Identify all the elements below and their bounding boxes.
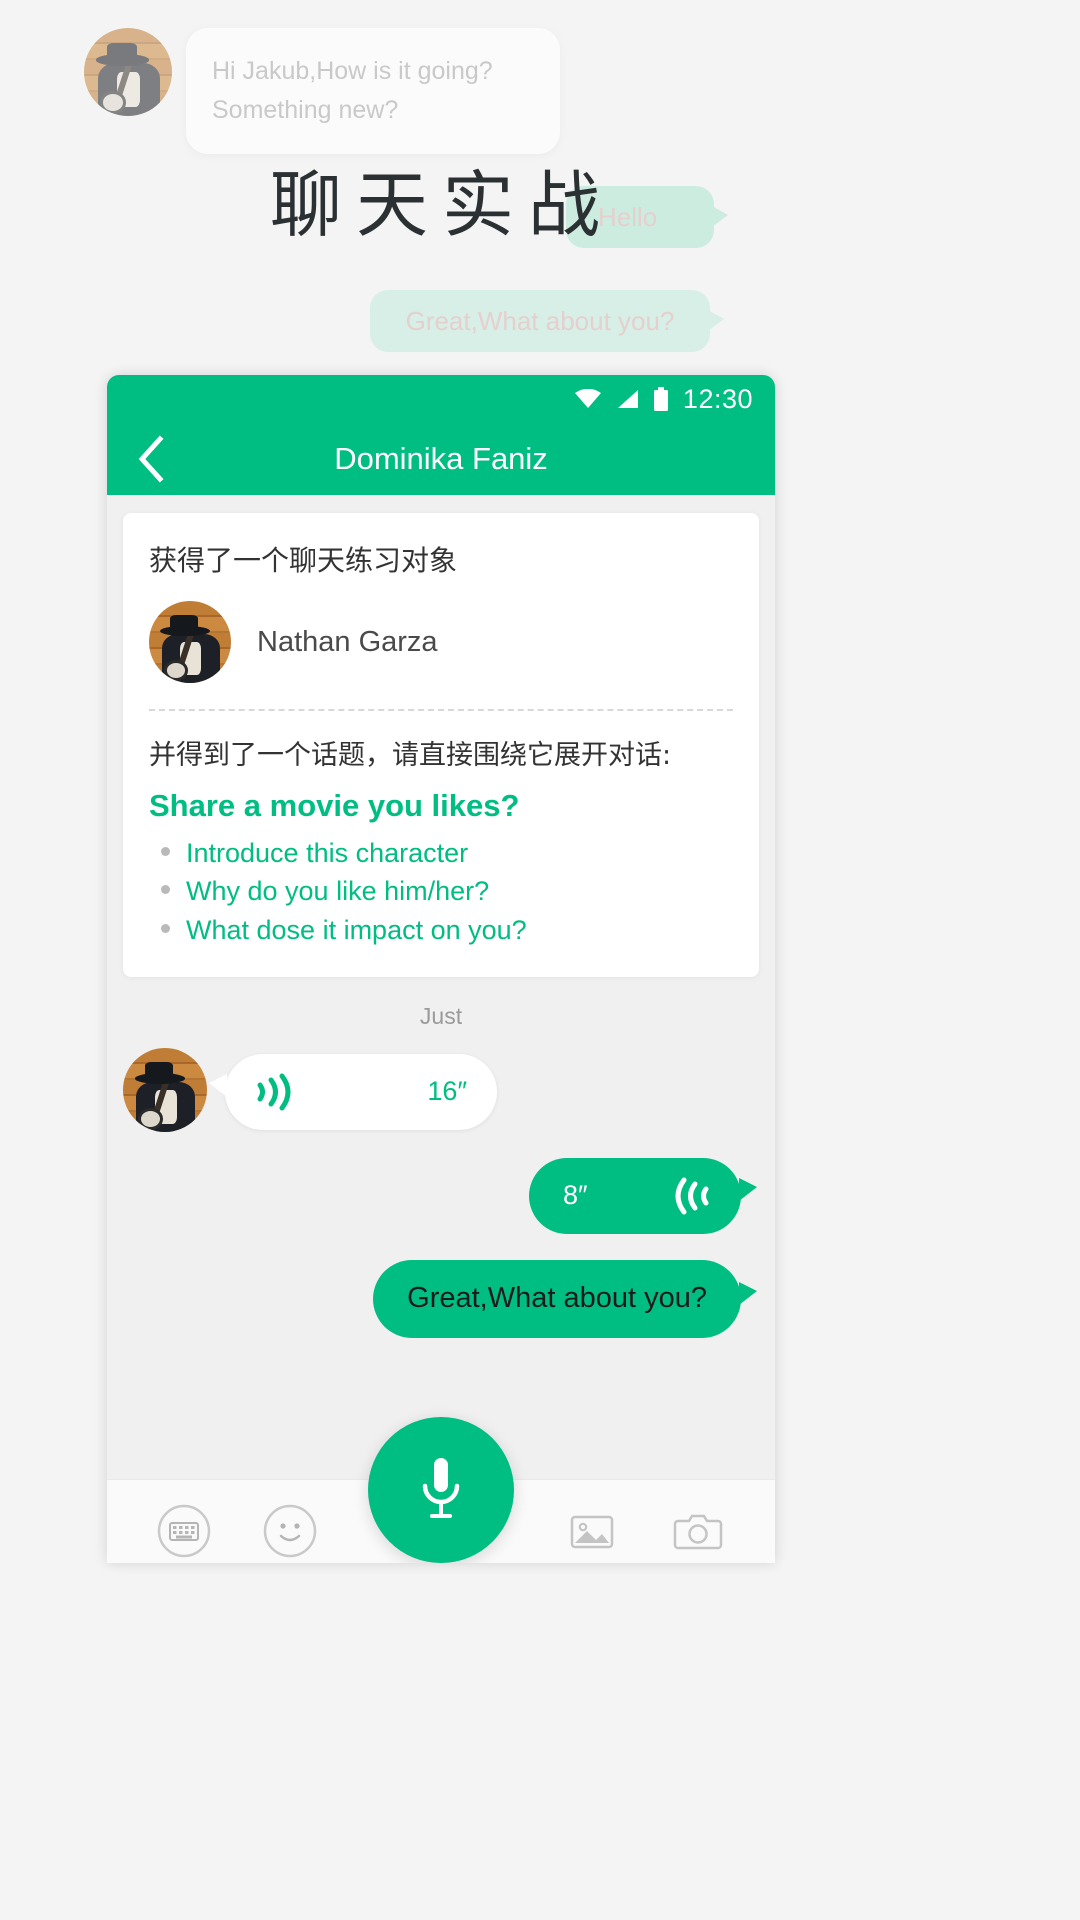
promo-incoming-line-2: Something new? xyxy=(212,95,399,124)
message-row-outgoing-text: Great,What about you? xyxy=(123,1259,759,1338)
status-bar-time: 12:30 xyxy=(682,383,753,414)
message-row-outgoing-voice: 8″ xyxy=(123,1157,759,1234)
promo-outgoing-bubble-2: Great,What about you? xyxy=(370,290,724,352)
avatar-photo xyxy=(84,28,172,116)
promo-incoming-bubble: Hi Jakub,How is it going? Something new? xyxy=(186,28,560,154)
bullet-text: Introduce this character xyxy=(186,838,469,868)
back-chevron-icon xyxy=(138,435,164,483)
topic-bullet-list: Introduce this character Why do you like… xyxy=(149,834,733,949)
gallery-icon[interactable] xyxy=(564,1503,620,1559)
screen-root: Hi Jakub,How is it going? Something new?… xyxy=(0,0,1080,1920)
app-bar: Dominika Faniz xyxy=(107,423,775,495)
intro-card: 获得了一个聊天练习对象 Nathan Garza 并得到了一个话题，请直接围绕它… xyxy=(123,513,759,977)
back-button[interactable] xyxy=(115,423,187,495)
promo-title: 聊天实战 xyxy=(270,163,615,247)
intro-card-subtitle: 并得到了一个话题，请直接围绕它展开对话: xyxy=(149,740,672,771)
chat-body: 获得了一个聊天练习对象 Nathan Garza 并得到了一个话题，请直接围绕它… xyxy=(107,513,775,1563)
voice-duration: 8″ xyxy=(563,1180,588,1211)
keyboard-icon[interactable] xyxy=(156,1503,212,1559)
avatar[interactable] xyxy=(123,1047,207,1132)
wifi-icon xyxy=(574,389,601,408)
bullet-dot-icon xyxy=(161,847,170,856)
promo-incoming-line-1: Hi Jakub,How is it going? xyxy=(212,57,493,85)
sound-wave-icon xyxy=(675,1177,709,1215)
outgoing-text-bubble[interactable]: Great,What about you? xyxy=(373,1259,757,1338)
avatar-photo xyxy=(149,601,231,683)
avatar-photo xyxy=(123,1047,207,1132)
intro-card-title: 获得了一个聊天练习对象 xyxy=(149,544,458,577)
list-item: Introduce this character xyxy=(149,834,733,872)
topic-heading: Share a movie you likes? xyxy=(149,788,520,823)
page-title: Dominika Faniz xyxy=(334,441,548,476)
message-row-incoming-voice: 16″ xyxy=(123,1047,759,1132)
partner-avatar[interactable] xyxy=(149,601,231,683)
emoji-icon[interactable] xyxy=(262,1503,318,1559)
status-bar: 12:30 xyxy=(107,375,775,423)
phone-frame: 12:30 Dominika Faniz 获得了一个聊天练习对象 Nathan … xyxy=(107,375,775,1563)
partner-row[interactable]: Nathan Garza xyxy=(149,601,733,683)
microphone-button[interactable] xyxy=(368,1417,514,1563)
message-timestamp: Just xyxy=(419,1002,463,1029)
promo-outgoing-text-2: Great,What about you? xyxy=(405,305,675,336)
microphone-icon xyxy=(422,1458,460,1518)
bullet-dot-icon xyxy=(161,885,170,895)
outgoing-voice-bubble[interactable]: 8″ xyxy=(529,1157,757,1234)
battery-icon xyxy=(653,387,668,411)
camera-icon[interactable] xyxy=(670,1503,726,1559)
incoming-voice-bubble[interactable]: 16″ xyxy=(209,1053,497,1130)
card-divider xyxy=(149,709,733,711)
sound-wave-icon xyxy=(257,1073,291,1111)
partner-name: Nathan Garza xyxy=(257,625,438,658)
promo-avatar xyxy=(84,28,172,116)
list-item: Why do you like him/her? xyxy=(149,872,733,910)
bullet-text: What dose it impact on you? xyxy=(186,914,527,945)
voice-duration: 16″ xyxy=(427,1076,467,1107)
list-item: What dose it impact on you? xyxy=(149,911,733,949)
signal-icon xyxy=(617,390,638,408)
bullet-text: Why do you like him/her? xyxy=(186,876,490,907)
bullet-dot-icon xyxy=(161,923,170,933)
